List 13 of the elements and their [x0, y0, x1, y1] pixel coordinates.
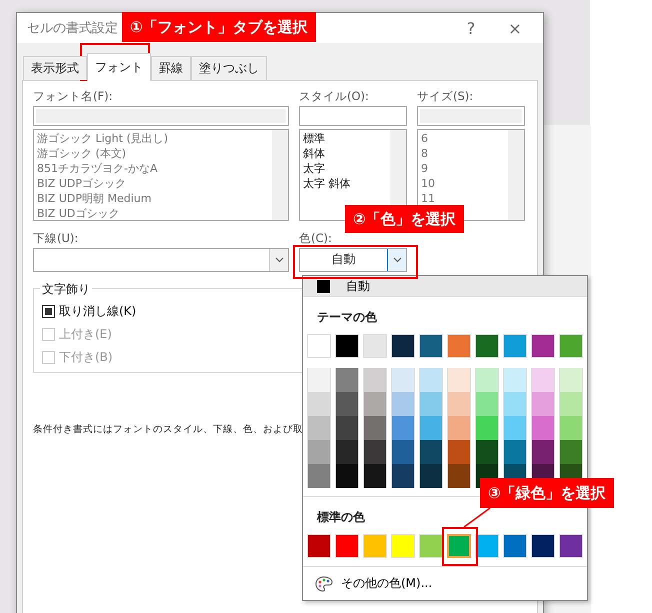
field-label: スタイル(O): — [299, 89, 369, 103]
field-label: フォント名(F): — [33, 89, 112, 103]
info-text: 条件付き書式にはフォントのスタイル、下線、色、および取 — [33, 423, 303, 436]
field-label: 下線(U): — [33, 231, 78, 245]
annotation-tooltip: ③「緑色」を選択 — [480, 478, 614, 508]
section-title: 標準の色 — [317, 509, 365, 526]
annotation-tooltip: ②「色」を選択 — [345, 205, 464, 233]
field-label: サイズ(S): — [417, 89, 474, 103]
section-title: テーマの色 — [317, 309, 377, 326]
field-label: 色(C): — [299, 231, 332, 245]
group-title: 文字飾り — [40, 281, 92, 298]
window-title: セルの書式設定 — [27, 20, 118, 37]
annotation-tooltip: ①「フォント」タブを選択 — [122, 12, 316, 42]
